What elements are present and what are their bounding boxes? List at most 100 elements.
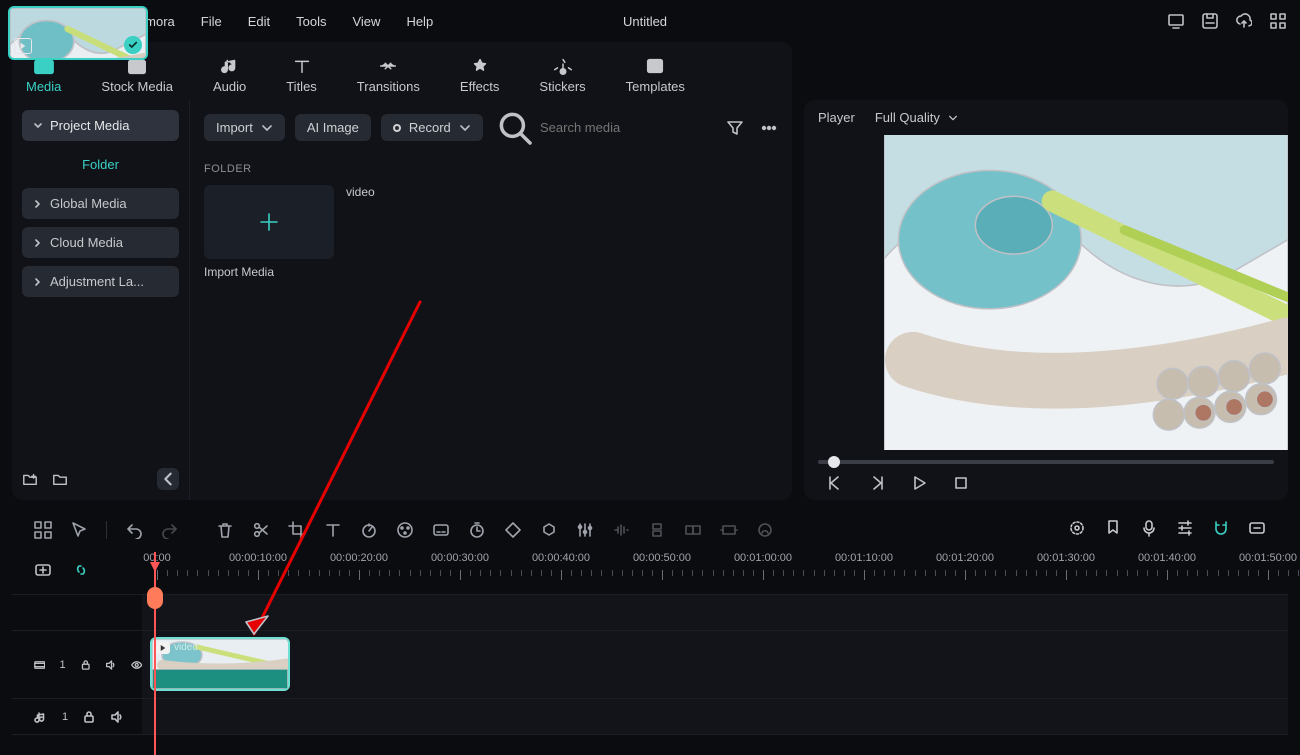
layout-grid-icon[interactable]	[34, 521, 52, 539]
menu-help[interactable]: Help	[406, 14, 433, 29]
media-clip-card[interactable]: video	[346, 185, 476, 279]
import-media-label: Import Media	[204, 265, 334, 279]
mask-icon[interactable]	[540, 521, 558, 539]
media-content: Import AI Image Record	[190, 100, 792, 500]
collapse-sidebar-button[interactable]	[157, 468, 179, 490]
clip-thumb[interactable]	[8, 6, 148, 60]
mic-icon[interactable]	[1140, 519, 1158, 537]
player-progress[interactable]	[818, 460, 1274, 464]
search-box[interactable]	[497, 110, 716, 145]
link-icon[interactable]	[72, 561, 90, 579]
keyframe-icon[interactable]	[504, 521, 522, 539]
sidebar-item-label: Adjustment La...	[50, 274, 144, 289]
marker-icon[interactable]	[1104, 519, 1122, 537]
filter-icon[interactable]	[726, 119, 744, 137]
clip-label: video	[346, 185, 476, 199]
tab-media[interactable]: Media	[26, 56, 61, 100]
next-frame-icon[interactable]	[868, 474, 886, 492]
clip-waveform	[152, 669, 288, 689]
ruler-timestamp: 00:01:20:00	[936, 552, 994, 564]
sidebar-item-folder[interactable]: Folder	[22, 149, 179, 180]
clip-name: video	[174, 642, 198, 653]
audio-track-body[interactable]	[142, 699, 1288, 734]
mute-icon[interactable]	[105, 658, 116, 672]
magnet-icon[interactable]	[1212, 519, 1230, 537]
record-button[interactable]: Record	[381, 114, 483, 141]
player-panel: Player Full Quality	[804, 100, 1288, 500]
import-media-card[interactable]: Import Media	[204, 185, 334, 279]
timer-icon[interactable]	[468, 521, 486, 539]
tab-transitions[interactable]: Transitions	[357, 56, 420, 100]
delete-icon[interactable]	[216, 521, 234, 539]
plus-icon	[257, 210, 281, 234]
grid-icon[interactable]	[1270, 13, 1286, 29]
menu-view[interactable]: View	[352, 14, 380, 29]
play-icon[interactable]	[910, 474, 928, 492]
player-title: Player	[818, 110, 855, 125]
split-icon[interactable]	[252, 521, 270, 539]
mixer-icon[interactable]	[1176, 519, 1194, 537]
progress-knob[interactable]	[828, 456, 840, 468]
cursor-icon[interactable]	[70, 521, 88, 539]
audio-track-1[interactable]: 1	[12, 699, 1288, 735]
adjust-icon[interactable]	[576, 521, 594, 539]
video-track-body[interactable]: video	[142, 631, 1288, 698]
stop-icon[interactable]	[952, 474, 970, 492]
tab-media-label: Media	[26, 79, 61, 94]
text-icon[interactable]	[324, 521, 342, 539]
save-icon[interactable]	[1202, 13, 1218, 29]
search-input[interactable]	[540, 120, 716, 135]
time-ruler[interactable]: 00:0000:00:10:0000:00:20:0000:00:30:0000…	[142, 552, 1288, 588]
tab-templates[interactable]: Templates	[626, 56, 685, 100]
lock-icon[interactable]	[82, 710, 96, 724]
ruler-timestamp: 00:01:40:00	[1138, 552, 1196, 564]
redo-icon[interactable]	[161, 521, 179, 539]
player-preview[interactable]	[884, 135, 1288, 450]
motion-icon[interactable]	[720, 521, 738, 539]
menu-file[interactable]: File	[201, 14, 222, 29]
import-button[interactable]: Import	[204, 114, 285, 141]
folder-icon[interactable]	[52, 471, 68, 487]
new-folder-icon[interactable]	[22, 471, 38, 487]
upload-icon[interactable]	[1236, 13, 1252, 29]
tab-effects[interactable]: Effects	[460, 56, 500, 100]
ai-icon[interactable]	[756, 521, 774, 539]
timeline-clip[interactable]: video	[150, 637, 290, 691]
quality-select[interactable]: Full Quality	[875, 110, 958, 125]
sidebar-item-global-media[interactable]: Global Media	[22, 188, 179, 219]
tab-stickers[interactable]: Stickers	[539, 56, 585, 100]
caption-icon[interactable]	[432, 521, 450, 539]
ai-image-button[interactable]: AI Image	[295, 114, 371, 141]
import-thumb[interactable]	[204, 185, 334, 259]
play-badge-icon	[14, 38, 32, 54]
video-track-1[interactable]: 1 video	[12, 631, 1288, 699]
ruler-timestamp: 00:01:10:00	[835, 552, 893, 564]
more-icon[interactable]	[760, 119, 778, 137]
undo-icon[interactable]	[125, 521, 143, 539]
mute-icon[interactable]	[110, 710, 124, 724]
speed-icon[interactable]	[360, 521, 378, 539]
color-icon[interactable]	[396, 521, 414, 539]
audio-icon[interactable]	[612, 521, 630, 539]
fit-icon[interactable]	[1248, 519, 1266, 537]
display-icon[interactable]	[1168, 13, 1184, 29]
track-add-icon[interactable]	[34, 561, 52, 579]
lock-icon[interactable]	[80, 658, 91, 672]
render-icon[interactable]	[1068, 519, 1086, 537]
sidebar-item-adjustment-layer[interactable]: Adjustment La...	[22, 266, 179, 297]
menu-tools[interactable]: Tools	[296, 14, 326, 29]
group-icon[interactable]	[684, 521, 702, 539]
eye-icon[interactable]	[131, 658, 142, 672]
menu-edit[interactable]: Edit	[248, 14, 270, 29]
crop-icon[interactable]	[288, 521, 306, 539]
sidebar-item-project-media[interactable]: Project Media	[22, 110, 179, 141]
tab-titles-label: Titles	[286, 79, 317, 94]
detach-icon[interactable]	[648, 521, 666, 539]
prev-frame-icon[interactable]	[826, 474, 844, 492]
spacer-track	[12, 595, 1288, 631]
ruler-timestamp: 00:01:00:00	[734, 552, 792, 564]
tab-titles[interactable]: Titles	[286, 56, 317, 100]
tab-stock[interactable]: Stock Media	[101, 56, 173, 100]
tab-audio[interactable]: Audio	[213, 56, 246, 100]
sidebar-item-cloud-media[interactable]: Cloud Media	[22, 227, 179, 258]
